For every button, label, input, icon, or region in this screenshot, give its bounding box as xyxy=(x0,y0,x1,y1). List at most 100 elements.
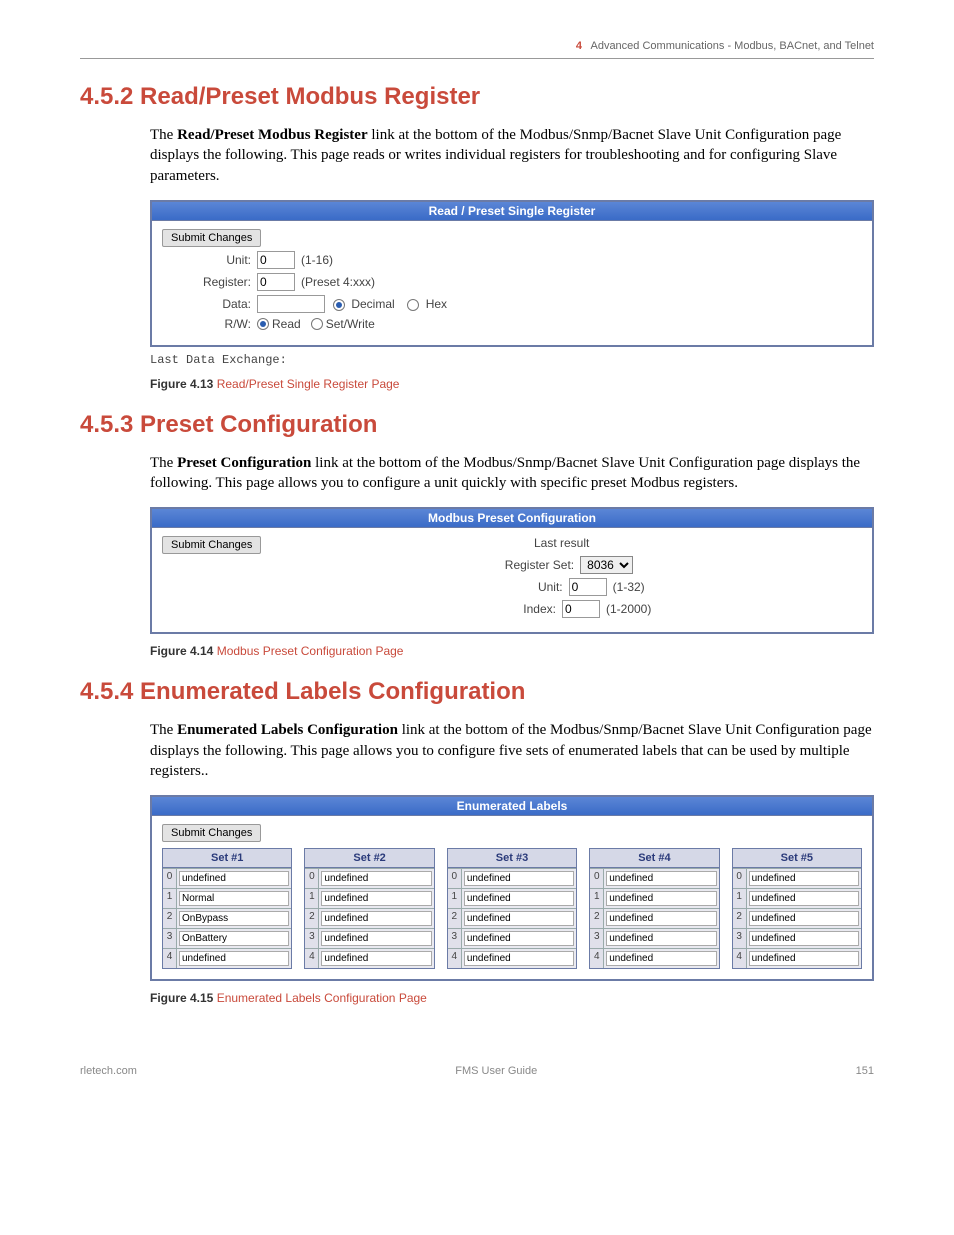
set-header: Set #5 xyxy=(733,849,861,868)
chapter-title: Advanced Communications - Modbus, BACnet… xyxy=(590,40,874,52)
set-row: 1 xyxy=(733,888,861,908)
label-input[interactable] xyxy=(749,931,859,946)
submit-changes-button[interactable]: Submit Changes xyxy=(162,536,261,554)
unit-input[interactable] xyxy=(257,251,295,269)
read-preset-panel-wrap: Read / Preset Single Register Submit Cha… xyxy=(150,200,874,367)
row-index: 3 xyxy=(305,929,319,948)
panel-body: Submit Changes Unit: (1-16) Register: (P… xyxy=(152,221,872,345)
set-row: 2 xyxy=(448,908,576,928)
figure-number: Figure 4.13 xyxy=(150,377,213,391)
decimal-label: Decimal xyxy=(351,297,394,311)
setwrite-radio[interactable] xyxy=(311,318,323,330)
register-set-select[interactable]: 8036 xyxy=(580,556,633,574)
label-input[interactable] xyxy=(179,891,289,906)
cell xyxy=(177,929,291,948)
row-index: 2 xyxy=(305,909,319,928)
unit-label: Unit: xyxy=(162,253,257,267)
set-row: 3 xyxy=(163,928,291,948)
rw-label: R/W: xyxy=(162,317,257,331)
submit-changes-button[interactable]: Submit Changes xyxy=(162,824,261,842)
text-bold: Preset Configuration xyxy=(177,455,311,471)
panel-body: Submit Changes Last result Register Set:… xyxy=(152,528,872,632)
label-input[interactable] xyxy=(749,951,859,966)
row-index: 0 xyxy=(590,869,604,888)
label-input[interactable] xyxy=(321,891,431,906)
preset-config-panel-wrap: Modbus Preset Configuration Submit Chang… xyxy=(150,507,874,634)
label-input[interactable] xyxy=(464,931,574,946)
label-input[interactable] xyxy=(749,911,859,926)
row-index: 1 xyxy=(733,889,747,908)
figure-title: Read/Preset Single Register Page xyxy=(217,377,400,391)
cell xyxy=(319,929,433,948)
label-input[interactable] xyxy=(464,911,574,926)
data-input[interactable] xyxy=(257,295,325,313)
section-heading-454: 4.5.4 Enumerated Labels Configuration xyxy=(80,678,874,706)
label-input[interactable] xyxy=(179,871,289,886)
row-index: 4 xyxy=(590,949,604,968)
radio-group-format: Decimal Hex xyxy=(333,297,447,311)
cell xyxy=(604,869,718,888)
row-index: 4 xyxy=(163,949,177,968)
row-index: 4 xyxy=(448,949,462,968)
text: The xyxy=(150,722,177,738)
figure-414-caption: Figure 4.14 Modbus Preset Configuration … xyxy=(150,644,874,658)
text-bold: Enumerated Labels Configuration xyxy=(177,722,398,738)
row-index: 3 xyxy=(163,929,177,948)
label-input[interactable] xyxy=(179,931,289,946)
footer-center: FMS User Guide xyxy=(455,1065,537,1077)
set-row: 4 xyxy=(163,948,291,968)
row-index: 1 xyxy=(590,889,604,908)
label-input[interactable] xyxy=(321,871,431,886)
page-footer: rletech.com FMS User Guide 151 xyxy=(80,1065,874,1077)
section-453-text: The Preset Configuration link at the bot… xyxy=(150,453,874,494)
row-index: 3 xyxy=(590,929,604,948)
decimal-radio[interactable] xyxy=(333,299,345,311)
label-input[interactable] xyxy=(749,891,859,906)
row-index: 1 xyxy=(305,889,319,908)
enum-labels-panel-wrap: Enumerated Labels Submit Changes Set #10… xyxy=(150,795,874,981)
unit-input[interactable] xyxy=(569,578,607,596)
cell xyxy=(319,889,433,908)
set-table: Set #501234 xyxy=(732,848,862,969)
row-index: 2 xyxy=(448,909,462,928)
set-row: 4 xyxy=(448,948,576,968)
label-input[interactable] xyxy=(606,911,716,926)
label-input[interactable] xyxy=(606,951,716,966)
read-radio[interactable] xyxy=(257,318,269,330)
section-heading-452: 4.5.2 Read/Preset Modbus Register xyxy=(80,83,874,111)
label-input[interactable] xyxy=(464,951,574,966)
row-index: 1 xyxy=(448,889,462,908)
label-input[interactable] xyxy=(606,871,716,886)
index-input[interactable] xyxy=(562,600,600,618)
register-set-label: Register Set: xyxy=(490,558,580,572)
submit-changes-button[interactable]: Submit Changes xyxy=(162,229,261,247)
label-input[interactable] xyxy=(464,871,574,886)
row-index: 1 xyxy=(163,889,177,908)
figure-413-caption: Figure 4.13 Read/Preset Single Register … xyxy=(150,377,874,391)
set-header: Set #2 xyxy=(305,849,433,868)
label-input[interactable] xyxy=(179,951,289,966)
set-row: 2 xyxy=(305,908,433,928)
figure-number: Figure 4.15 xyxy=(150,991,213,1005)
label-input[interactable] xyxy=(321,911,431,926)
section-452-text: The Read/Preset Modbus Register link at … xyxy=(150,125,874,186)
set-row: 1 xyxy=(590,888,718,908)
cell xyxy=(462,949,576,968)
set-row: 0 xyxy=(163,868,291,888)
set-row: 2 xyxy=(163,908,291,928)
label-input[interactable] xyxy=(464,891,574,906)
label-input[interactable] xyxy=(321,951,431,966)
enum-labels-panel: Enumerated Labels Submit Changes Set #10… xyxy=(150,795,874,981)
hex-radio[interactable] xyxy=(407,299,419,311)
set-row: 3 xyxy=(733,928,861,948)
cell xyxy=(747,949,861,968)
label-input[interactable] xyxy=(321,931,431,946)
label-input[interactable] xyxy=(179,911,289,926)
label-input[interactable] xyxy=(606,931,716,946)
unit-hint: (1-32) xyxy=(613,580,645,594)
setwrite-label: Set/Write xyxy=(326,317,375,331)
label-input[interactable] xyxy=(606,891,716,906)
cell xyxy=(462,909,576,928)
register-input[interactable] xyxy=(257,273,295,291)
label-input[interactable] xyxy=(749,871,859,886)
